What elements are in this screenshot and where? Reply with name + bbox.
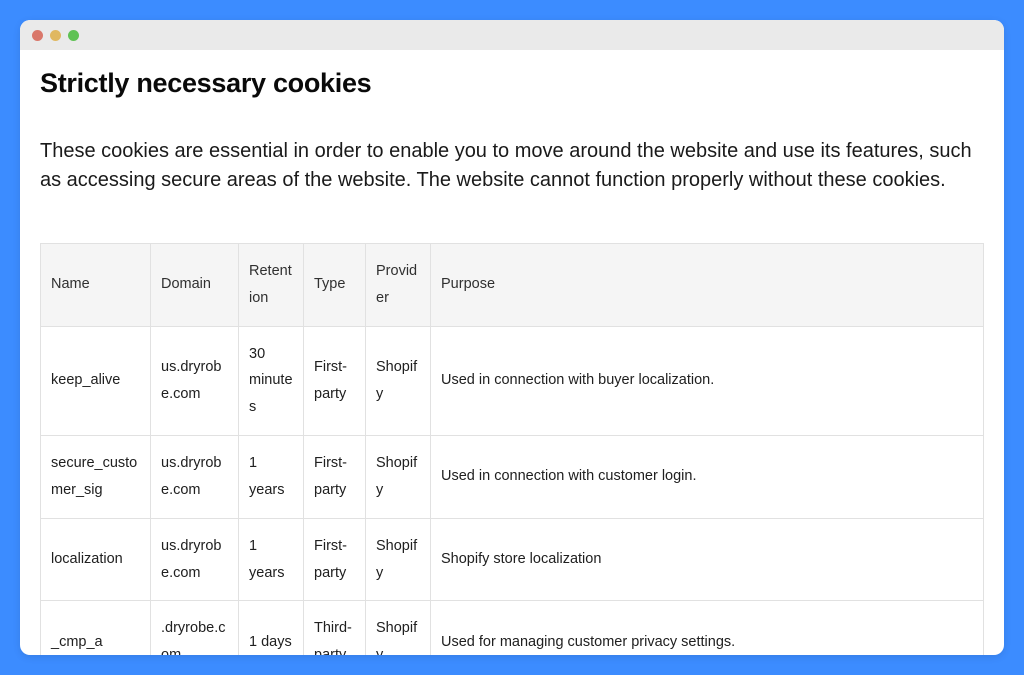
cell-provider: Shopify <box>366 601 431 655</box>
table-row: keep_alive us.dryrobe.com 30 minutes Fir… <box>41 326 984 435</box>
close-icon[interactable] <box>32 30 43 41</box>
cell-name: keep_alive <box>41 326 151 435</box>
cell-type: Third-party <box>304 601 366 655</box>
table-header: Name <box>41 244 151 327</box>
page-content: Strictly necessary cookies These cookies… <box>20 50 1004 655</box>
table-header: Purpose <box>431 244 984 327</box>
table-header: Retention <box>239 244 304 327</box>
minimize-icon[interactable] <box>50 30 61 41</box>
window-titlebar <box>20 20 1004 50</box>
cell-provider: Shopify <box>366 436 431 519</box>
cell-purpose: Used in connection with buyer localizati… <box>431 326 984 435</box>
table-row: secure_customer_sig us.dryrobe.com 1 yea… <box>41 436 984 519</box>
cell-type: First-party <box>304 518 366 601</box>
cell-name: localization <box>41 518 151 601</box>
cell-domain: .dryrobe.com <box>151 601 239 655</box>
table-row: _cmp_a .dryrobe.com 1 days Third-party S… <box>41 601 984 655</box>
cookies-description: These cookies are essential in order to … <box>40 137 984 195</box>
cell-purpose: Shopify store localization <box>431 518 984 601</box>
cell-type: First-party <box>304 326 366 435</box>
cell-retention: 1 days <box>239 601 304 655</box>
table-header-row: Name Domain Retention Type Provider Purp… <box>41 244 984 327</box>
maximize-icon[interactable] <box>68 30 79 41</box>
table-header: Provider <box>366 244 431 327</box>
cell-type: First-party <box>304 436 366 519</box>
cookies-table: Name Domain Retention Type Provider Purp… <box>40 243 984 655</box>
table-row: localization us.dryrobe.com 1 years Firs… <box>41 518 984 601</box>
cell-domain: us.dryrobe.com <box>151 326 239 435</box>
page-title: Strictly necessary cookies <box>40 68 984 99</box>
cell-domain: us.dryrobe.com <box>151 436 239 519</box>
cell-purpose: Used for managing customer privacy setti… <box>431 601 984 655</box>
cell-retention: 1 years <box>239 436 304 519</box>
cell-name: _cmp_a <box>41 601 151 655</box>
table-header: Type <box>304 244 366 327</box>
cell-name: secure_customer_sig <box>41 436 151 519</box>
browser-window: Strictly necessary cookies These cookies… <box>20 20 1004 655</box>
cell-domain: us.dryrobe.com <box>151 518 239 601</box>
table-header: Domain <box>151 244 239 327</box>
cell-provider: Shopify <box>366 326 431 435</box>
cell-provider: Shopify <box>366 518 431 601</box>
cell-purpose: Used in connection with customer login. <box>431 436 984 519</box>
cell-retention: 1 years <box>239 518 304 601</box>
cell-retention: 30 minutes <box>239 326 304 435</box>
